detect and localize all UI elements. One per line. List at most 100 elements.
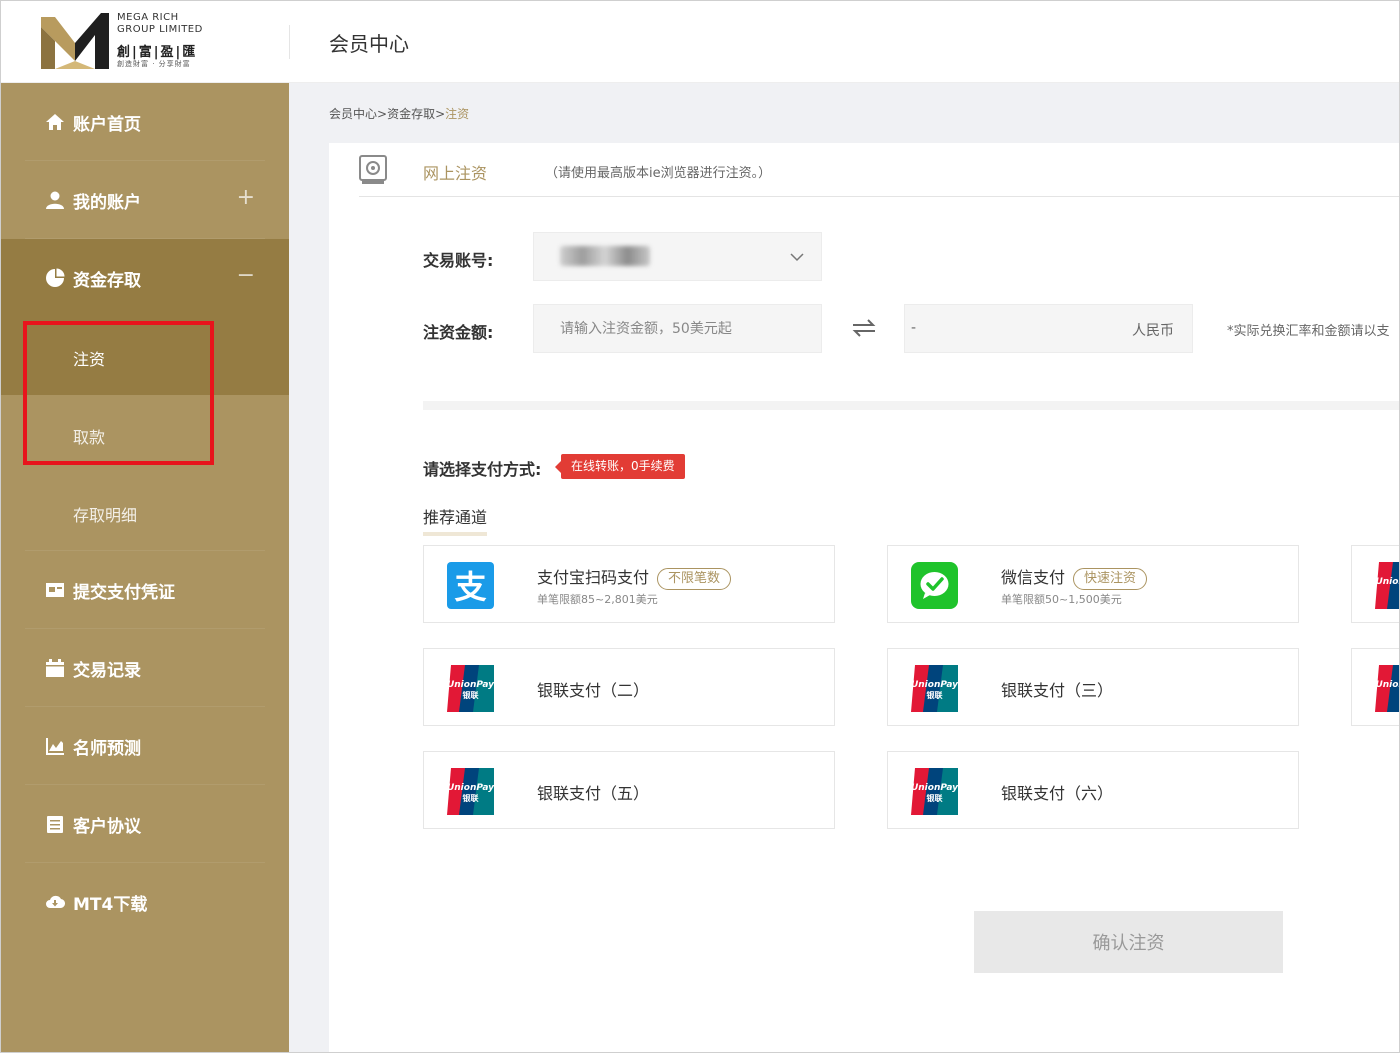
svg-text:UnionPay: UnionPay bbox=[1375, 577, 1400, 587]
sidebar-item-label: 提交支付凭证 bbox=[73, 583, 175, 603]
deposit-panel: 网上注资 （请使用最高版本ie浏览器进行注资。） 交易账号: 注资金额: - 人… bbox=[329, 143, 1400, 1052]
app-window: MEGA RICH GROUP LIMITED 創|富|盈|匯 創造財富 · 分… bbox=[0, 0, 1400, 1053]
exchange-rate-note: *实际兑换汇率和金额请以支 bbox=[1227, 324, 1390, 339]
payment-name: 银联支付（三） bbox=[1001, 681, 1114, 700]
promo-badge: 在线转账，0手续费 bbox=[555, 454, 685, 479]
svg-text:银联: 银联 bbox=[926, 793, 943, 803]
sidebar-item-label: MT4下载 bbox=[73, 895, 148, 915]
payment-card-unionpay-partial[interactable]: UnionPay bbox=[1351, 545, 1400, 623]
safe-icon bbox=[359, 155, 387, 184]
unionpay-icon: UnionPay 银联 bbox=[911, 768, 958, 815]
payment-card-unionpay-3[interactable]: UnionPay 银联 银联支付（三） bbox=[887, 648, 1299, 726]
account-value-redacted bbox=[560, 246, 650, 266]
payment-name: 银联支付（二） bbox=[537, 681, 650, 700]
payment-method-label: 请选择支付方式: bbox=[423, 460, 542, 479]
payment-card-unionpay-6[interactable]: UnionPay 银联 银联支付（六） bbox=[887, 751, 1299, 829]
breadcrumb-separator: > bbox=[435, 107, 446, 121]
panel-header: 网上注资 （请使用最高版本ie浏览器进行注资。） bbox=[359, 143, 1399, 197]
payment-limit: 单笔限额50~1,500美元 bbox=[1001, 593, 1122, 606]
unionpay-icon: UnionPay 银联 bbox=[911, 665, 958, 712]
breadcrumb-member-center[interactable]: 会员中心 bbox=[329, 107, 377, 121]
unionpay-icon: UnionPay bbox=[1375, 665, 1400, 712]
wechat-icon bbox=[911, 562, 958, 609]
sidebar-item-mt4-download[interactable]: MT4下载 bbox=[1, 863, 289, 941]
home-icon bbox=[46, 114, 64, 130]
browser-note: （请使用最高版本ie浏览器进行注资。） bbox=[545, 166, 772, 181]
sidebar-item-label: 交易记录 bbox=[73, 661, 141, 681]
account-select[interactable] bbox=[533, 232, 822, 281]
sidebar-item-label: 资金存取 bbox=[73, 271, 141, 291]
payment-card-unionpay-partial[interactable]: UnionPay bbox=[1351, 648, 1400, 726]
sidebar-subitem-history[interactable]: 存取明细 bbox=[1, 473, 289, 551]
logo-mark-icon bbox=[41, 13, 109, 69]
collapse-icon[interactable]: − bbox=[237, 263, 255, 288]
unionpay-icon: UnionPay 银联 bbox=[447, 665, 494, 712]
brand-cn-name: 創|富|盈|匯 bbox=[117, 45, 198, 60]
rmb-unit: 人民币 bbox=[1132, 323, 1174, 339]
unionpay-icon: UnionPay 银联 bbox=[447, 768, 494, 815]
sidebar-item-label: 客户协议 bbox=[73, 817, 141, 837]
payment-name: 银联支付（六） bbox=[1001, 784, 1114, 803]
svg-text:UnionPay: UnionPay bbox=[447, 783, 494, 793]
svg-text:UnionPay: UnionPay bbox=[447, 680, 494, 690]
card-icon bbox=[46, 583, 64, 597]
sidebar-item-submit-voucher[interactable]: 提交支付凭证 bbox=[1, 551, 289, 629]
cloud-download-icon bbox=[46, 895, 65, 909]
confirm-deposit-button[interactable]: 确认注资 bbox=[974, 911, 1283, 973]
recommended-channel-title: 推荐通道 bbox=[423, 504, 488, 536]
rmb-amount-field: - 人民币 bbox=[904, 304, 1193, 353]
sidebar-item-label: 我的账户 bbox=[73, 193, 141, 213]
sidebar: 账户首页 我的账户 + 资金存取 − 注资 取款 存取明细 提交支付凭证 交易记… bbox=[1, 83, 289, 1052]
subitem-label: 存取明细 bbox=[73, 506, 138, 525]
payment-name: 微信支付 快速注资 bbox=[1001, 564, 1148, 590]
payment-card-wechat[interactable]: 微信支付 快速注资 单笔限额50~1,500美元 bbox=[887, 545, 1299, 623]
sidebar-item-funds[interactable]: 资金存取 − bbox=[1, 239, 289, 317]
breadcrumb-current: 注资 bbox=[445, 107, 470, 121]
rmb-value: - bbox=[911, 320, 917, 336]
section-divider bbox=[423, 401, 1399, 410]
brand-slogan: 創造財富 · 分享財富 bbox=[117, 60, 191, 68]
sidebar-item-my-account[interactable]: 我的账户 + bbox=[1, 161, 289, 239]
top-header: MEGA RICH GROUP LIMITED 創|富|盈|匯 創造財富 · 分… bbox=[1, 1, 1399, 83]
sidebar-item-forecast[interactable]: 名师预测 bbox=[1, 707, 289, 785]
brand-line1: MEGA RICH bbox=[117, 12, 179, 23]
amount-input[interactable] bbox=[533, 304, 822, 353]
header-divider bbox=[289, 25, 290, 59]
pie-icon bbox=[46, 268, 65, 287]
brand-logo[interactable]: MEGA RICH GROUP LIMITED 創|富|盈|匯 創造財富 · 分… bbox=[1, 1, 289, 83]
payment-card-alipay[interactable]: 支 支付宝扫码支付 不限笔数 单笔限额85~2,801美元 bbox=[423, 545, 835, 623]
document-icon bbox=[47, 816, 63, 833]
calendar-icon bbox=[46, 659, 64, 677]
svg-text:银联: 银联 bbox=[462, 793, 479, 803]
payment-name: 支付宝扫码支付 不限笔数 bbox=[537, 564, 732, 590]
exchange-icon bbox=[852, 319, 876, 337]
chart-icon bbox=[46, 738, 64, 755]
svg-text:UnionPay: UnionPay bbox=[911, 783, 958, 793]
svg-text:银联: 银联 bbox=[462, 690, 479, 700]
svg-text:UnionPay: UnionPay bbox=[911, 680, 958, 690]
sidebar-item-trade-records[interactable]: 交易记录 bbox=[1, 629, 289, 707]
highlight-annotation-box bbox=[23, 321, 214, 465]
payment-tag: 不限笔数 bbox=[657, 567, 732, 590]
sidebar-item-agreement[interactable]: 客户协议 bbox=[1, 785, 289, 863]
payment-name: 银联支付（五） bbox=[537, 784, 650, 803]
chevron-down-icon bbox=[790, 253, 804, 262]
panel-title: 网上注资 bbox=[423, 164, 488, 183]
breadcrumb: 会员中心>资金存取>注资 bbox=[329, 105, 469, 122]
account-label: 交易账号: bbox=[423, 251, 494, 270]
breadcrumb-funds[interactable]: 资金存取 bbox=[387, 107, 435, 121]
svg-text:银联: 银联 bbox=[926, 690, 943, 700]
svg-text:UnionPay: UnionPay bbox=[1375, 680, 1400, 690]
breadcrumb-separator: > bbox=[377, 107, 388, 121]
sidebar-item-home[interactable]: 账户首页 bbox=[1, 83, 289, 161]
sidebar-item-label: 名师预测 bbox=[73, 739, 141, 759]
alipay-icon: 支 bbox=[447, 562, 494, 609]
user-icon bbox=[46, 191, 64, 209]
unionpay-icon: UnionPay bbox=[1375, 562, 1400, 609]
expand-icon[interactable]: + bbox=[237, 185, 255, 210]
sidebar-item-label: 账户首页 bbox=[73, 115, 141, 135]
page-title: 会员中心 bbox=[329, 32, 409, 56]
payment-card-unionpay-5[interactable]: UnionPay 银联 银联支付（五） bbox=[423, 751, 835, 829]
svg-text:支: 支 bbox=[454, 568, 486, 606]
payment-card-unionpay-2[interactable]: UnionPay 银联 银联支付（二） bbox=[423, 648, 835, 726]
